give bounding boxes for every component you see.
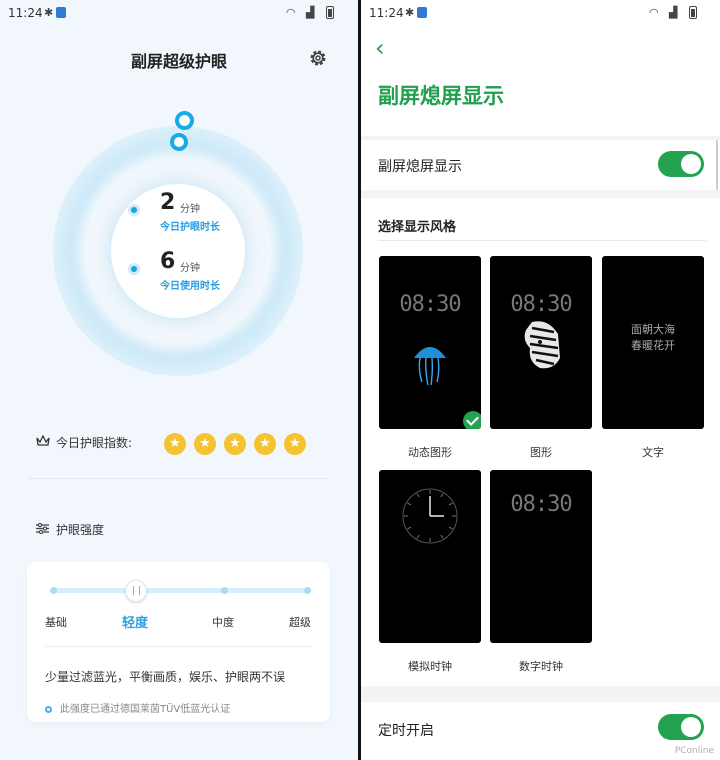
battery-icon: [689, 6, 697, 22]
section-divider: [378, 240, 706, 241]
scrollbar[interactable]: [716, 140, 718, 190]
strength-title-label: 护眼强度: [56, 523, 105, 537]
crown-icon: [36, 435, 50, 446]
divider: [28, 478, 328, 479]
style-label-analog: 模拟时钟: [408, 660, 452, 673]
aod-toggle-switch[interactable]: [658, 151, 704, 177]
protect-progress-knob: [175, 111, 194, 130]
style-text[interactable]: 面朝大海 春暖花开: [602, 256, 704, 429]
usage-ring-chart: [53, 126, 303, 376]
style-analog-clock[interactable]: [379, 470, 481, 643]
protect-dot-icon: [128, 204, 140, 216]
card-divider: [45, 646, 313, 647]
status-time: 11:24: [8, 6, 43, 20]
timer-row[interactable]: 定时开启: [361, 702, 720, 760]
star-icon: ★: [254, 433, 276, 455]
level-light[interactable]: 轻度: [122, 612, 148, 631]
poem-line-1: 面朝大海: [631, 323, 675, 336]
timer-toggle-switch[interactable]: [658, 714, 704, 740]
certification-note: 此强度已通过德国莱茵TÜV低蓝光认证: [45, 700, 230, 715]
zebra-icon: [524, 321, 560, 369]
wifi-icon: ◠: [649, 6, 659, 19]
use-dot-icon: [128, 263, 140, 275]
info-dot-icon: [45, 705, 52, 713]
bluetooth-icon: ✱: [44, 6, 54, 19]
selected-check-icon: [463, 411, 481, 429]
shield-icon: [56, 7, 66, 21]
style-label-digital: 数字时钟: [519, 660, 563, 673]
header: ‹ 副屏熄屏显示: [361, 26, 720, 136]
status-bar: 11:24 ✱ ◠ ▟: [361, 0, 720, 26]
style-section-title: 选择显示风格: [378, 220, 457, 235]
status-bar: 11:24 ✱ ◠ ▟: [0, 0, 358, 26]
star-icon: ★: [224, 433, 246, 455]
strength-card: 基础 轻度 中度 超级 少量过滤蓝光，平衡画质，娱乐、护眼两不误 此强度已通过德…: [27, 562, 330, 722]
timer-label: 定时开启: [378, 723, 434, 739]
page-title: 副屏熄屏显示: [378, 84, 504, 108]
style-label-dynamic: 动态图形: [408, 446, 452, 459]
strength-slider-thumb[interactable]: [125, 580, 147, 602]
strength-slider-track[interactable]: [50, 587, 311, 594]
style-dynamic-graphic[interactable]: 08:30: [379, 256, 481, 429]
style-digital-clock[interactable]: 08:30: [490, 470, 592, 643]
battery-icon: [326, 6, 334, 22]
use-unit: 分钟: [180, 263, 200, 274]
settings-gear-icon[interactable]: [307, 47, 329, 69]
star-icon: ★: [164, 433, 186, 455]
level-super[interactable]: 超级: [289, 614, 311, 630]
aod-settings-screen: 11:24 ✱ ◠ ▟ ‹ 副屏熄屏显示 副屏熄屏显示 选择显示风格 08:30…: [361, 0, 720, 760]
star-icon: ★: [284, 433, 306, 455]
usage-progress-knob: [170, 133, 188, 151]
shield-icon: [417, 7, 427, 21]
protect-unit: 分钟: [180, 204, 200, 215]
bluetooth-icon: ✱: [405, 6, 415, 19]
protect-value: 2: [160, 190, 176, 215]
aod-toggle-row[interactable]: 副屏熄屏显示: [361, 140, 720, 190]
style-label-text: 文字: [642, 446, 664, 459]
signal-icon: ▟: [669, 6, 678, 19]
analog-clock-icon: [402, 488, 458, 544]
level-basic[interactable]: 基础: [45, 614, 67, 630]
eye-index-label: 今日护眼指数:: [56, 436, 133, 450]
status-time: 11:24: [369, 6, 404, 20]
star-icon: ★: [194, 433, 216, 455]
protect-label: 今日护眼时长: [160, 222, 220, 233]
strength-description: 少量过滤蓝光，平衡画质，娱乐、护眼两不误: [45, 670, 286, 684]
style-label-graphic: 图形: [530, 446, 552, 459]
wifi-icon: ◠: [286, 6, 296, 19]
use-value: 6: [160, 249, 176, 274]
page-title: 副屏超级护眼: [130, 52, 227, 71]
poem-line-2: 春暖花开: [631, 339, 675, 352]
sliders-icon: [36, 523, 49, 534]
certification-text: 此强度已通过德国莱茵TÜV低蓝光认证: [60, 704, 231, 715]
aod-toggle-label: 副屏熄屏显示: [378, 159, 462, 175]
back-arrow-icon[interactable]: ‹: [375, 34, 385, 62]
signal-icon: ▟: [306, 6, 315, 19]
style-graphic[interactable]: 08:30: [490, 256, 592, 429]
jellyfish-icon: [414, 347, 446, 386]
watermark: PConline: [674, 746, 714, 756]
use-label: 今日使用时长: [160, 281, 220, 292]
eye-care-screen: 11:24 ✱ ◠ ▟ 副屏超级护眼 2 分钟 今日护眼时长 6 分钟 今日使用…: [0, 0, 358, 760]
level-medium[interactable]: 中度: [212, 614, 234, 630]
